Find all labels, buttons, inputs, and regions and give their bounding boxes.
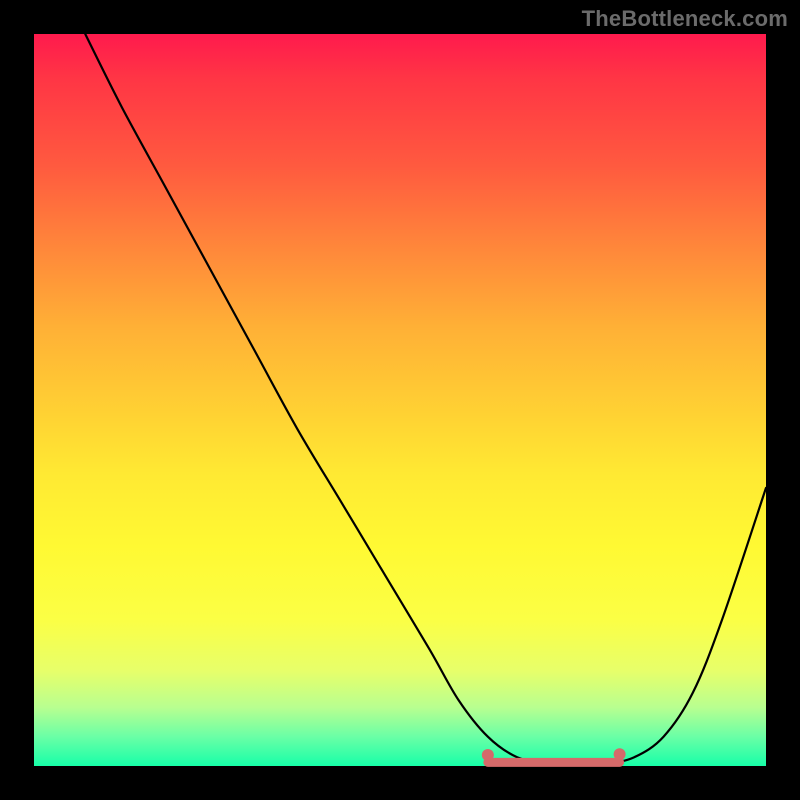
optimal-range-dot-left	[482, 749, 494, 761]
bottleneck-curve	[85, 34, 766, 765]
chart-frame: TheBottleneck.com	[0, 0, 800, 800]
optimal-range-dot-right	[614, 748, 626, 760]
chart-plot-area	[34, 34, 766, 766]
watermark-text: TheBottleneck.com	[582, 6, 788, 32]
chart-svg	[34, 34, 766, 766]
